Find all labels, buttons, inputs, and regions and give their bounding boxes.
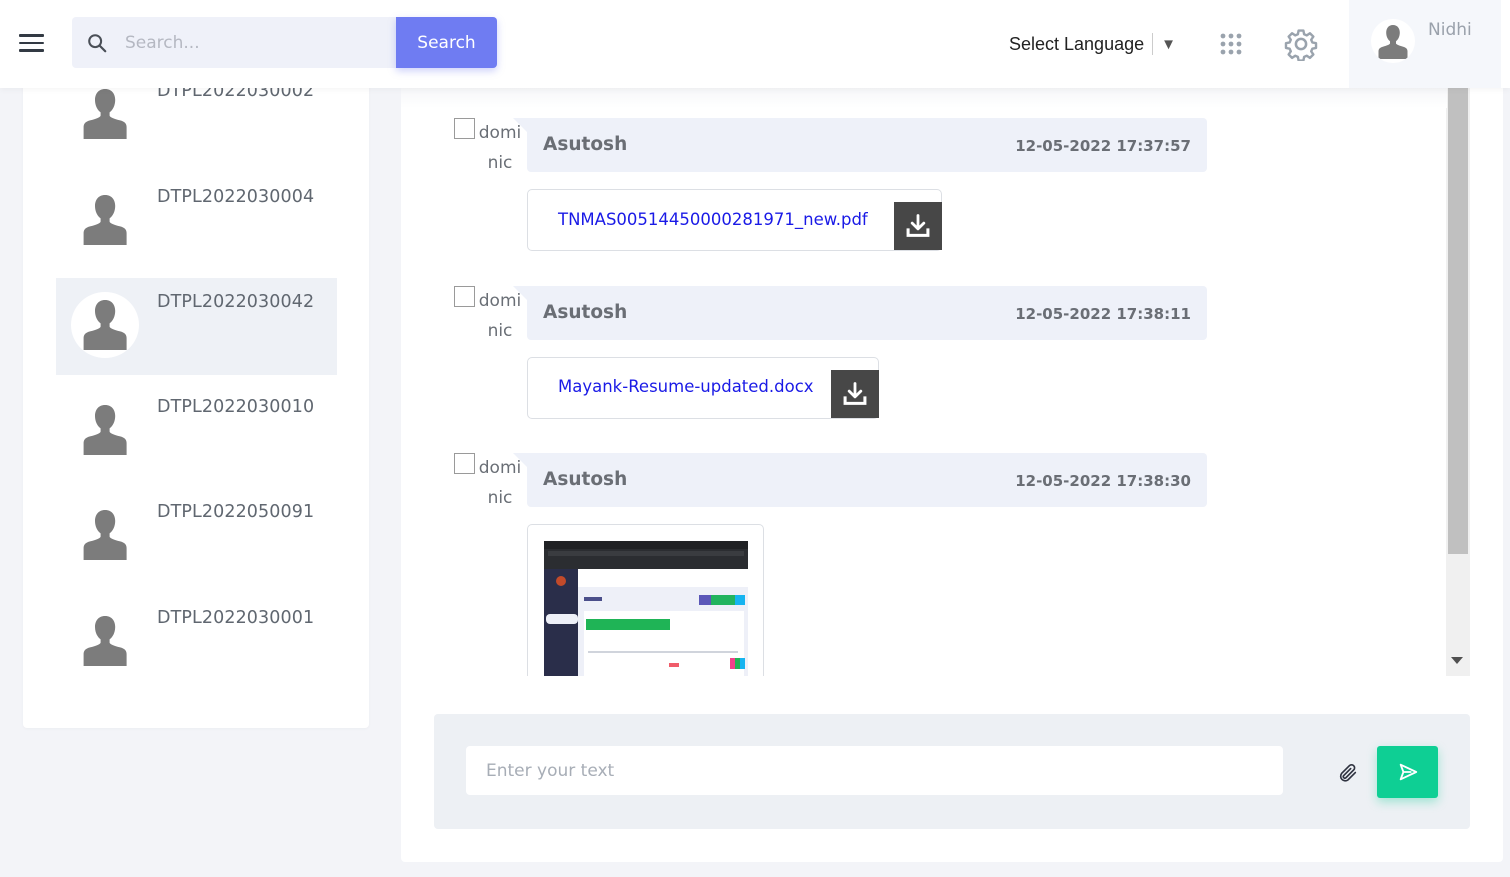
image-attachment (527, 524, 764, 676)
contacts-sidebar: DTPL2022030002 DTPL2022030004 DTPL202203… (23, 60, 369, 728)
scrollbar-thumb[interactable] (1448, 88, 1468, 554)
message-author: Asutosh (543, 134, 628, 155)
contact-item[interactable]: DTPL2022030001 (56, 594, 337, 691)
message-timestamp: 12-05-2022 17:38:11 (1015, 305, 1191, 323)
message-select-checkbox[interactable] (454, 453, 475, 474)
contact-avatar (71, 187, 139, 253)
scroll-down-arrow-icon[interactable] (1451, 657, 1463, 664)
contact-item[interactable]: DTPL2022030010 (56, 383, 337, 480)
file-link[interactable]: Mayank-Resume-updated.docx (558, 377, 814, 396)
image-thumbnail[interactable] (544, 541, 748, 676)
user-avatar (1371, 19, 1415, 63)
top-header: Search Select Language ▼ Nidhi (0, 0, 1510, 88)
user-name: Nidhi (1428, 20, 1472, 40)
user-silhouette-icon (1378, 25, 1408, 59)
file-link[interactable]: TNMAS00514450000281971_new.pdf (558, 210, 868, 229)
screenshot-preview-image (544, 541, 748, 676)
scrollbar[interactable] (1446, 88, 1470, 676)
search-bar: Search (72, 17, 497, 68)
message-select-checkbox[interactable] (454, 118, 475, 139)
send-icon (1399, 763, 1417, 781)
file-attachment: Mayank-Resume-updated.docx (527, 357, 879, 419)
user-profile[interactable]: Nidhi (1349, 0, 1501, 88)
contact-id: DTPL2022030042 (157, 292, 315, 312)
contact-id: DTPL2022030004 (157, 187, 315, 207)
contact-avatar (71, 81, 139, 147)
user-silhouette-icon (83, 616, 127, 666)
download-button[interactable] (894, 202, 942, 250)
contact-item-active[interactable]: DTPL2022030042 (56, 278, 337, 375)
message-header: Asutosh 12-05-2022 17:38:11 (513, 286, 1207, 340)
message-timestamp: 12-05-2022 17:37:57 (1015, 137, 1191, 155)
contact-item[interactable]: DTPL2022030004 (56, 173, 337, 270)
search-icon (88, 33, 107, 52)
contact-avatar (71, 608, 139, 674)
file-attachment: TNMAS00514450000281971_new.pdf (527, 189, 942, 251)
message-composer (434, 714, 1470, 829)
hamburger-menu-icon[interactable] (19, 34, 44, 52)
contact-avatar (71, 502, 139, 568)
contact-avatar (71, 397, 139, 463)
user-silhouette-icon (83, 195, 127, 245)
user-silhouette-icon (83, 300, 127, 350)
language-select[interactable]: Select Language ▼ (1009, 31, 1176, 57)
contact-item[interactable]: DTPL2022050091 (56, 488, 337, 585)
download-icon (843, 382, 867, 405)
contact-id: DTPL2022030010 (157, 397, 315, 417)
search-button[interactable]: Search (396, 17, 497, 68)
download-button[interactable] (831, 370, 879, 418)
chat-top-divider (401, 88, 1447, 108)
user-silhouette-icon (83, 405, 127, 455)
send-button[interactable] (1377, 746, 1438, 798)
message-header: Asutosh 12-05-2022 17:37:57 (513, 118, 1207, 172)
chat-panel: dominic Asutosh 12-05-2022 17:37:57 TNMA… (401, 60, 1503, 862)
download-icon (906, 214, 930, 237)
language-divider (1152, 33, 1154, 55)
message-author: Asutosh (543, 469, 628, 490)
contact-id: DTPL2022050091 (157, 502, 315, 522)
user-silhouette-icon (83, 89, 127, 139)
contact-id: DTPL2022030001 (157, 608, 315, 628)
message-list[interactable]: dominic Asutosh 12-05-2022 17:37:57 TNMA… (401, 88, 1470, 676)
gear-icon[interactable] (1284, 27, 1318, 61)
dropdown-arrow-icon: ▼ (1161, 35, 1176, 53)
paperclip-icon[interactable] (1337, 762, 1359, 784)
message-timestamp: 12-05-2022 17:38:30 (1015, 472, 1191, 490)
apps-grid-icon[interactable] (1219, 32, 1243, 56)
message-author: Asutosh (543, 302, 628, 323)
message-select-checkbox[interactable] (454, 286, 475, 307)
message-input[interactable] (466, 746, 1283, 795)
language-label: Select Language (1009, 33, 1145, 54)
search-input[interactable] (125, 32, 385, 53)
contact-avatar (71, 292, 139, 358)
message-header: Asutosh 12-05-2022 17:38:30 (513, 453, 1207, 507)
user-silhouette-icon (83, 510, 127, 560)
